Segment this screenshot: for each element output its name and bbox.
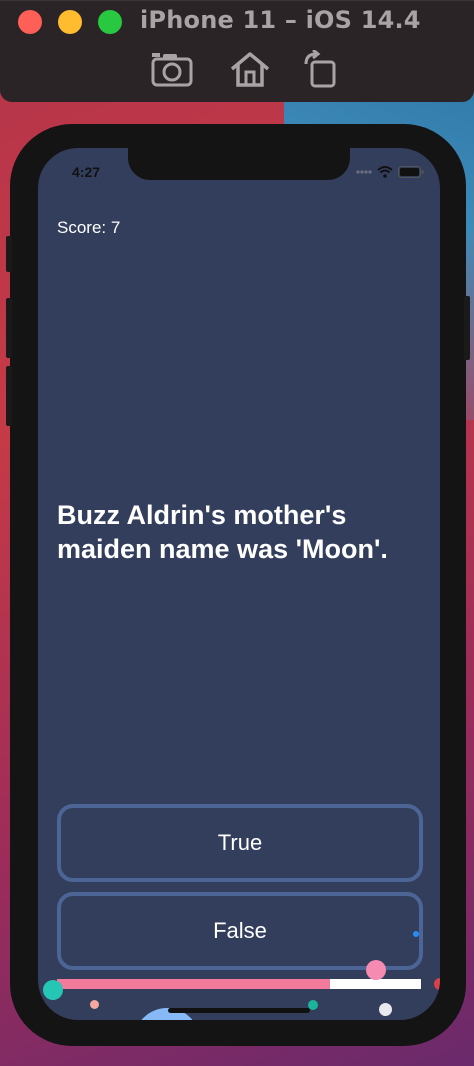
home-icon [230, 52, 270, 87]
volume-up-button [6, 298, 12, 358]
screenshot-button[interactable] [150, 50, 194, 88]
battery-icon [398, 166, 424, 178]
power-button [464, 296, 470, 360]
status-icons [356, 165, 424, 179]
minimize-window-button[interactable] [58, 10, 82, 34]
confetti-dot [379, 1003, 392, 1016]
signal-icon [356, 170, 372, 174]
status-time: 4:27 [72, 164, 101, 180]
confetti-dot [366, 960, 386, 980]
true-button[interactable]: True [57, 804, 423, 882]
score-label: Score: 7 [57, 218, 121, 237]
rotate-icon [304, 48, 336, 88]
close-window-button[interactable] [18, 10, 42, 34]
confetti-dot [413, 931, 419, 937]
mute-switch [6, 236, 12, 272]
progress-fill [57, 979, 330, 989]
question-text: Buzz Aldrin's mother's maiden name was '… [57, 500, 388, 564]
volume-down-button [6, 366, 12, 426]
false-button[interactable]: False [57, 892, 423, 970]
simulator-title: iPhone 11 – iOS 14.4 [140, 6, 421, 34]
confetti-dot [434, 978, 440, 990]
home-button[interactable] [228, 50, 272, 88]
simulator-toolbar: iPhone 11 – iOS 14.4 [0, 0, 474, 102]
progress-bar [57, 979, 421, 989]
home-indicator[interactable] [168, 1008, 310, 1013]
zoom-window-button[interactable] [98, 10, 122, 34]
notch [128, 148, 350, 180]
screenshot-icon [151, 53, 193, 87]
rotate-button[interactable] [300, 48, 344, 88]
confetti-dot [43, 980, 63, 1000]
wifi-icon [377, 166, 393, 178]
confetti-dot [90, 1000, 99, 1009]
app-screen: 4:27 Score: 7 Buzz Aldrin's mother's mai… [38, 148, 440, 1020]
